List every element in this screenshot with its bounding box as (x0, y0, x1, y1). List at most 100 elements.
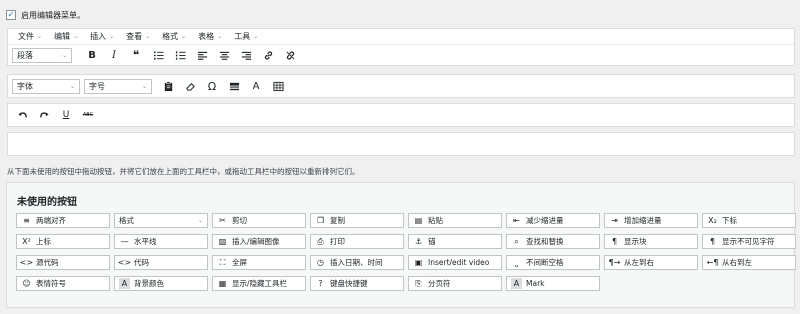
unused-button[interactable]: ⎙ 打印 (310, 234, 404, 249)
unused-button[interactable]: ¶ 显示不可见字符 (702, 234, 796, 249)
strikethrough-icon: ABC (82, 112, 94, 118)
redo-icon (39, 111, 49, 117)
unused-button[interactable]: ▦ 显示/隐藏工具栏 (212, 276, 306, 291)
menu-item[interactable]: 文件 ⌄ (12, 31, 48, 42)
numbered-list-button[interactable] (170, 46, 190, 64)
unused-button[interactable]: ? 键盘快捷键 (310, 276, 404, 291)
unused-button[interactable]: <> 代码 (114, 255, 208, 270)
format-select[interactable]: 段落 ⌄ (12, 47, 72, 63)
italic-button[interactable]: I (104, 46, 124, 64)
undo-icon (17, 111, 27, 117)
align-center-icon (219, 51, 229, 60)
menu-item[interactable]: 格式 ⌄ (156, 31, 192, 42)
ltr-icon: ¶→ (608, 258, 621, 267)
strikethrough-button[interactable]: ABC (78, 106, 98, 124)
align-left-button[interactable] (192, 46, 212, 64)
font-size-value: 字号 (89, 81, 105, 91)
font-size-select[interactable]: 字号 ⌄ (84, 78, 152, 94)
redo-button[interactable] (34, 106, 54, 124)
subscript-icon: X₂ (708, 216, 717, 225)
blockquote-button[interactable]: ❝ (126, 46, 146, 64)
unused-button[interactable]: ¶ 显示块 (604, 234, 698, 249)
unused-button-label: 不间断空格 (526, 258, 564, 267)
unused-button[interactable]: A Mark (506, 276, 600, 291)
menu-item[interactable]: 表格 ⌄ (192, 31, 228, 42)
emoji-icon: ☺ (22, 279, 31, 288)
unused-buttons-panel: 未使用的按钮 ≡ 两端对齐 格式 ⌄ ✂ 剪切 ❐ 复制 ▤ 粘贴 ⇤ 减少缩进量 ⇥ 增加缩进量 X₂ 下标… (6, 182, 796, 308)
unused-button[interactable]: ⇤ 减少缩进量 (506, 213, 600, 228)
unused-button[interactable]: <> 源代码 (16, 255, 110, 270)
unused-button-label: 上标 (36, 237, 51, 246)
unused-button[interactable]: X² 上标 (16, 234, 110, 249)
align-right-button[interactable] (236, 46, 256, 64)
unused-button[interactable]: ←¶ 从右到左 (702, 255, 796, 270)
text-color-icon: A (252, 80, 260, 92)
indent-icon: ⇥ (611, 216, 618, 225)
unused-button[interactable]: ▣ Insert/edit video (408, 255, 502, 270)
menu-item[interactable]: 查看 ⌄ (120, 31, 156, 42)
unused-button[interactable]: ⛶ 全屏 (212, 255, 306, 270)
unused-button[interactable]: ☺ 表情符号 (16, 276, 110, 291)
cut-icon: ✂ (219, 216, 226, 225)
nbsp-icon: ⎵ (514, 257, 519, 267)
checkmark-icon: ✓ (7, 10, 15, 19)
table-icon (272, 81, 284, 91)
link-icon (264, 50, 272, 60)
unused-button[interactable]: ⚓ 锚 (408, 234, 502, 249)
unused-button[interactable]: ▨ 插入/编辑图像 (212, 234, 306, 249)
menu-item-label: 插入 (90, 32, 107, 41)
unused-button[interactable]: X₂ 下标 (702, 213, 796, 228)
unused-button[interactable]: ⎵ 不间断空格 (506, 255, 600, 270)
menu-item[interactable]: 插入 ⌄ (84, 31, 120, 42)
menu-item[interactable]: 工具 ⌄ (228, 31, 264, 42)
enable-editor-menu-row[interactable]: ✓ 启用编辑器菜单。 (6, 8, 85, 22)
special-character-button[interactable]: Ω (202, 77, 222, 95)
unused-button-label: 粘贴 (428, 216, 443, 225)
bulleted-list-button[interactable] (148, 46, 168, 64)
clear-formatting-button[interactable] (180, 77, 200, 95)
unused-button[interactable]: — 水平线 (114, 234, 208, 249)
undo-button[interactable] (12, 106, 32, 124)
table-button[interactable] (268, 77, 288, 95)
font-family-select[interactable]: 字体 ⌄ (12, 78, 80, 94)
chevron-down-icon: ⌄ (181, 33, 187, 40)
unused-button[interactable]: A 背景颜色 (114, 276, 208, 291)
paste-icon: ▤ (414, 216, 423, 225)
unused-button[interactable]: ¶→ 从左到右 (604, 255, 698, 270)
menu-item[interactable]: 编辑 ⌄ (48, 31, 84, 42)
underline-button[interactable]: U (56, 106, 76, 124)
enable-menu-label: 启用编辑器菜单。 (21, 10, 85, 20)
chevron-down-icon: ⌄ (217, 33, 223, 40)
unused-button[interactable]: ⇥ 增加缩进量 (604, 213, 698, 228)
menu-item-label: 格式 (162, 32, 179, 41)
unused-button-label: 背景颜色 (134, 279, 164, 288)
mark-icon: A (511, 278, 522, 289)
format-select-value: 段落 (17, 50, 33, 60)
unused-button-label: Insert/edit video (428, 258, 490, 267)
bold-button[interactable]: B (82, 46, 102, 64)
unused-button-label: 插入/编辑图像 (232, 237, 280, 246)
unused-button-label: 分页符 (428, 279, 451, 288)
unused-button[interactable]: ⌕ 查找和替换 (506, 234, 600, 249)
unused-button-label: 打印 (330, 237, 345, 246)
unused-button[interactable]: ◷ 插入日期、时间 (310, 255, 404, 270)
align-center-button[interactable] (214, 46, 234, 64)
toolbar-row-2: 字体 ⌄ 字号 ⌄ Ω A (8, 75, 794, 97)
unused-button[interactable]: 格式 ⌄ (114, 213, 208, 228)
paste-as-text-button[interactable] (158, 77, 178, 95)
drag-instructions: 从下面未使用的按钮中拖动按钮，并将它们放在上面的工具栏中，或拖动工具栏中的按钮以… (7, 167, 360, 176)
source-code-icon: <> (19, 258, 34, 267)
unused-button[interactable]: ▤ 粘贴 (408, 213, 502, 228)
horizontal-rule-button[interactable] (224, 77, 244, 95)
unused-button[interactable]: ≡ 两端对齐 (16, 213, 110, 228)
text-color-button[interactable]: A (246, 77, 266, 95)
editor-toolbar-4-box[interactable] (7, 132, 795, 156)
bold-icon: B (88, 49, 96, 61)
unused-button-label: 代码 (134, 258, 149, 267)
unused-button[interactable]: ✂ 剪切 (212, 213, 306, 228)
unused-button[interactable]: ⎘ 分页符 (408, 276, 502, 291)
unlink-button[interactable] (280, 46, 300, 64)
link-button[interactable] (258, 46, 278, 64)
enable-menu-checkbox[interactable]: ✓ (6, 10, 16, 20)
unused-button[interactable]: ❐ 复制 (310, 213, 404, 228)
